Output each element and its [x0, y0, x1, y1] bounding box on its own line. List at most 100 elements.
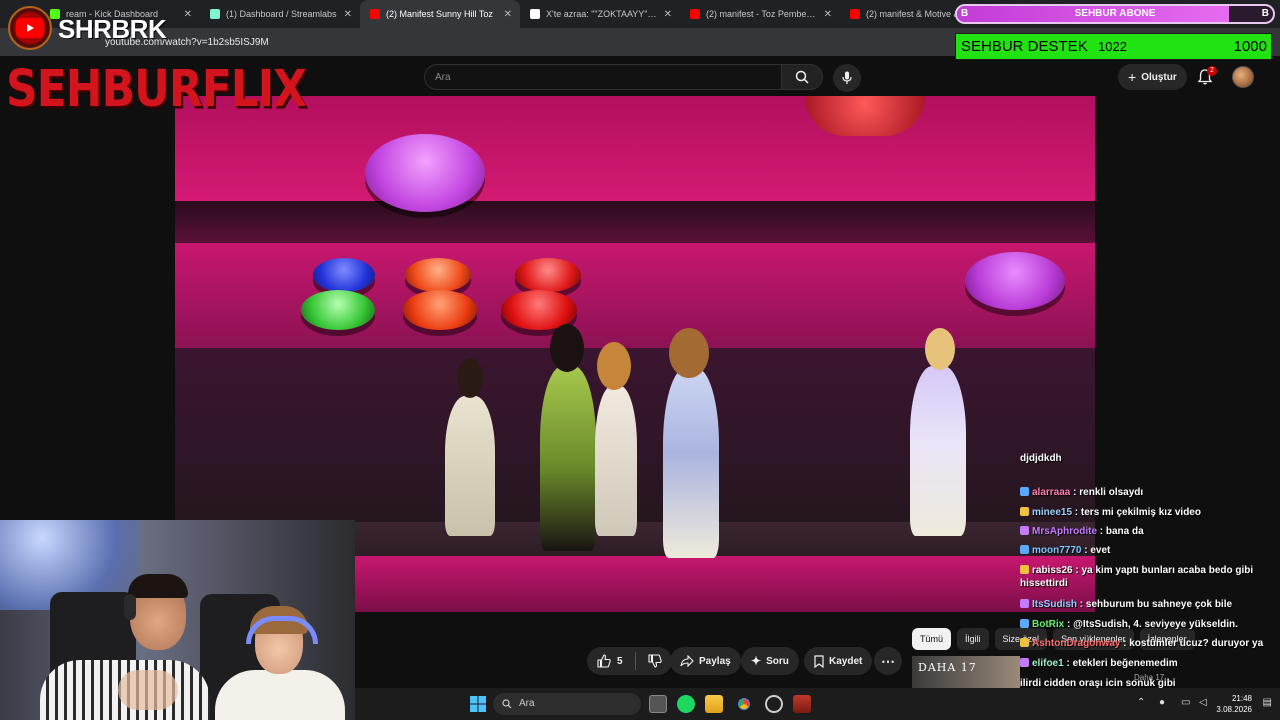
chat-message: ItsSudish : sehburum bu sahneye çok bile [1020, 598, 1278, 611]
avatar[interactable] [1232, 66, 1254, 88]
taskbar-search-label: Ara [519, 698, 535, 709]
chat-message: djdjdkdh [1020, 452, 1278, 465]
chat-username[interactable]: ItsSudish [1032, 599, 1077, 610]
tab-close-icon[interactable]: ✕ [184, 9, 192, 20]
chat-username[interactable]: moon7770 [1032, 545, 1081, 556]
raised-hand [118, 670, 178, 710]
share-button[interactable]: Paylaş [670, 647, 741, 675]
dancer-5 [910, 366, 966, 536]
dancer-5-head [925, 328, 955, 370]
chat-message: AshtonDragonway : kostümler ucuz? duruyo… [1020, 637, 1278, 650]
chat-username[interactable]: rabiss26 [1032, 565, 1073, 576]
headset-left-icon [124, 594, 136, 620]
tray-network-icon[interactable]: ▭ [1181, 697, 1190, 708]
app-icon[interactable] [793, 695, 811, 713]
subscriber-goal-label: SEHBUR ABONE [1074, 8, 1156, 19]
arcade-button-blue [313, 258, 375, 292]
search-button[interactable] [781, 64, 823, 90]
chat-message: MrsAphrodite : bana da [1020, 525, 1278, 538]
tray-volume-icon[interactable]: ◁ [1199, 697, 1207, 708]
taskbar-clock[interactable]: 21:48 3.08.2026 [1216, 693, 1252, 715]
tab-close-icon[interactable]: ✕ [504, 9, 512, 20]
more-button[interactable]: ⋯ [874, 647, 902, 675]
headset-right-icon [246, 616, 318, 644]
browser-tab[interactable]: (2) Manifest Sunny Hill Toz ✕ [360, 0, 520, 28]
thumbs-up-icon[interactable] [597, 654, 611, 668]
save-button[interactable]: Kaydet [804, 647, 873, 675]
notification-badge: 2 [1207, 66, 1217, 76]
chat-badge-icon [1020, 487, 1029, 496]
chat-text: : @ItsSudish, 4. seviyeye yükseldin. [1064, 619, 1238, 630]
taskbar-search-icon [502, 699, 512, 709]
chat-username[interactable]: MrsAphrodite [1032, 526, 1097, 537]
share-label: Paylaş [699, 655, 731, 667]
task-view-icon[interactable] [649, 695, 667, 713]
stage-top-shelf [175, 96, 1095, 201]
browser-tab[interactable]: X'te azraa: ""ZOKTAAYY" bağırış ✕ [520, 0, 680, 28]
suggested-thumbnail[interactable]: DAHA 17 [912, 656, 1020, 688]
tab-title: X'te azraa: ""ZOKTAAYY" bağırış [546, 9, 658, 19]
spotify-icon[interactable] [677, 695, 695, 713]
chat-text: : renkli olsaydı [1070, 487, 1144, 498]
chat-message: alarraaa : renkli olsaydı [1020, 486, 1278, 499]
chat-username[interactable]: AshtonDragonway [1032, 638, 1120, 649]
tab-favicon-icon [370, 9, 380, 19]
clock-date: 3.08.2026 [1216, 705, 1252, 714]
chat-username[interactable]: BotRix [1032, 619, 1064, 630]
windows-start-icon[interactable] [469, 695, 487, 713]
like-dislike-group: 5 [587, 647, 672, 675]
create-button[interactable]: + Oluştur [1118, 64, 1187, 90]
like-divider [634, 652, 636, 670]
save-label: Kaydet [829, 655, 863, 667]
subscriber-goal-right-letter: B [1261, 8, 1269, 19]
chrome-icon[interactable] [735, 695, 753, 713]
chat-username[interactable]: minee15 [1032, 507, 1072, 518]
arcade-button-purple-right [965, 252, 1065, 310]
chat-message: rabiss26 : ya kim yaptı bunları acaba be… [1020, 564, 1278, 590]
chat-badge-icon [1020, 658, 1029, 667]
webcam-feed [0, 520, 355, 720]
microphone-icon [842, 71, 852, 84]
taskbar-search[interactable]: Ara [493, 693, 641, 715]
share-icon [680, 655, 694, 667]
clock-time: 21:48 [1231, 694, 1252, 703]
video-actions: 5 [587, 646, 672, 676]
chat-badge-icon [1020, 599, 1029, 608]
ask-action: ✦ Soru [741, 646, 799, 676]
dancer-3 [595, 386, 637, 536]
chat-text: : etekleri beğenemedim [1063, 658, 1178, 669]
brand-logo: SEHBURFLIX [6, 60, 307, 119]
filter-chip[interactable]: Tümü [912, 628, 952, 650]
thumbs-down-icon[interactable] [648, 654, 662, 668]
search-icon [795, 70, 809, 84]
search-input[interactable]: Ara [424, 64, 782, 90]
save-action: Kaydet [804, 646, 873, 676]
chat-badge-icon [1020, 526, 1029, 535]
donation-goal-current: 1022 [1098, 39, 1127, 54]
chat-username[interactable]: alarraaa [1032, 487, 1070, 498]
tab-close-icon[interactable]: ✕ [824, 9, 832, 20]
person-left-hair [128, 574, 188, 598]
chat-message: BotRix : @ItsSudish, 4. seviyeye yükseld… [1020, 618, 1278, 631]
filter-chip[interactable]: İlgili [957, 628, 989, 650]
tray-mic-icon[interactable]: ● [1159, 697, 1165, 708]
browser-tab[interactable]: (2) manifest - Toz Pembe | Rolle ✕ [680, 0, 840, 28]
arcade-button-orange [403, 290, 477, 330]
browser-tab[interactable]: (1) Dashboard / Streamlabs ✕ [200, 0, 360, 28]
obs-icon[interactable] [765, 695, 783, 713]
screen: ream - Kick Dashboard ✕ (1) Dashboard / St… [0, 0, 1280, 720]
ask-button[interactable]: ✦ Soru [741, 647, 799, 675]
file-explorer-icon[interactable] [705, 695, 723, 713]
dancer-2-head [550, 324, 584, 372]
more-icon: ⋯ [881, 652, 895, 669]
foreground-stage-edge [355, 556, 1095, 612]
tab-close-icon[interactable]: ✕ [344, 9, 352, 20]
tab-close-icon[interactable]: ✕ [664, 9, 672, 20]
chat-username[interactable]: elifoe1 [1032, 658, 1064, 669]
notification-center-icon[interactable]: ▤ [1263, 697, 1272, 708]
dancer-3-head [597, 342, 631, 390]
dancer-1 [445, 396, 495, 536]
dancer-1-head [457, 358, 483, 398]
voice-search-button[interactable] [833, 64, 861, 92]
tray-chevron-icon[interactable]: ⌃ [1137, 697, 1145, 708]
